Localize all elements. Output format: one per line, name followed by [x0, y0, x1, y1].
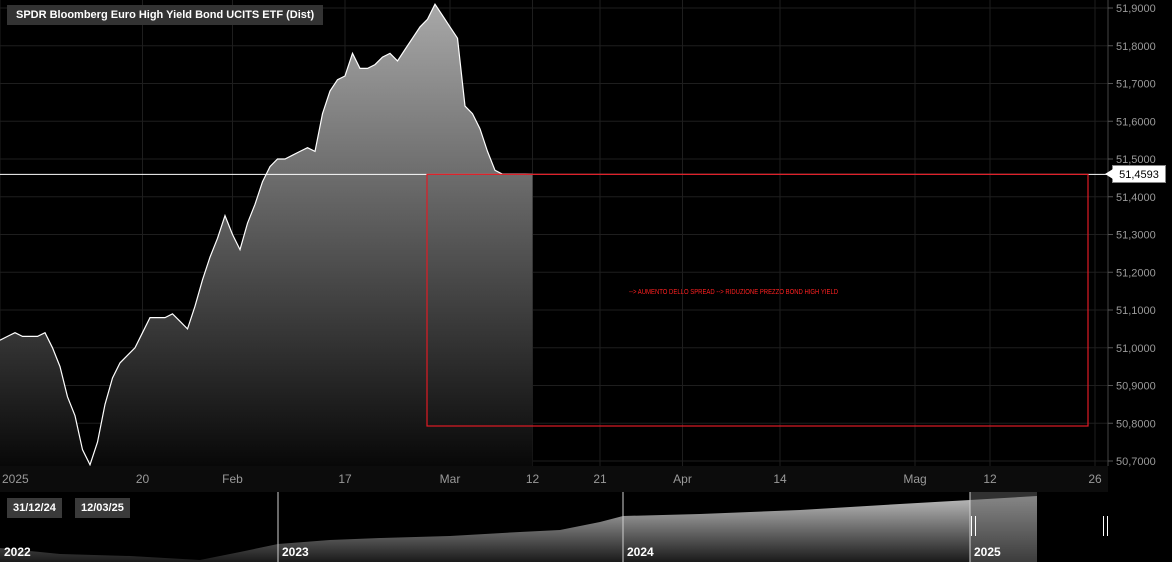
range-start-date[interactable]: 31/12/24 — [7, 498, 62, 518]
x-tick-label: 21 — [593, 472, 607, 486]
y-tick-label: 51,7000 — [1116, 79, 1156, 91]
navigator-chart[interactable]: 2022 2023 2024 2025 — [0, 492, 1172, 562]
y-tick-label: 50,8000 — [1116, 418, 1156, 430]
range-end-date[interactable]: 12/03/25 — [75, 498, 130, 518]
x-axis: 2025 20 Feb 17 Mar 12 21 Apr 14 Mag 12 26 — [0, 466, 1108, 492]
x-axis-band — [0, 466, 1108, 492]
y-tick-label: 51,9000 — [1116, 3, 1156, 15]
x-tick-label: 14 — [773, 472, 787, 486]
y-tick-label: 51,4000 — [1116, 192, 1156, 204]
y-axis: 51,900051,800051,700051,600051,500051,40… — [1108, 3, 1156, 468]
navigator-year-label: 2022 — [4, 545, 31, 559]
annotation-text: --> AUMENTO DELLO SPREAD --> RIDUZIONE P… — [629, 289, 839, 296]
navigator-left-handle[interactable] — [971, 516, 976, 536]
chart-title: SPDR Bloomberg Euro High Yield Bond UCIT… — [7, 5, 324, 25]
x-tick-label: 26 — [1088, 472, 1102, 486]
x-tick-label: 2025 — [2, 472, 29, 486]
y-tick-label: 51,6000 — [1116, 116, 1156, 128]
y-tick-label: 51,1000 — [1116, 305, 1156, 317]
y-tick-label: 51,3000 — [1116, 230, 1156, 242]
navigator-year-label: 2023 — [282, 545, 309, 559]
x-tick-label: 12 — [983, 472, 997, 486]
x-tick-label: Mag — [903, 472, 926, 486]
y-tick-label: 51,0000 — [1116, 343, 1156, 355]
main-price-chart[interactable]: 51,900051,800051,700051,600051,500051,40… — [0, 0, 1172, 492]
x-tick-label: 20 — [136, 472, 150, 486]
navigator-year-label: 2024 — [627, 545, 654, 559]
y-tick-label: 51,2000 — [1116, 267, 1156, 279]
x-tick-label: Mar — [440, 472, 461, 486]
x-tick-label: Apr — [673, 472, 692, 486]
navigator-year-label: 2025 — [974, 545, 1001, 559]
y-tick-label: 51,8000 — [1116, 41, 1156, 53]
y-tick-label: 50,9000 — [1116, 381, 1156, 393]
price-area-fill — [0, 4, 533, 466]
x-tick-label: Feb — [222, 472, 243, 486]
x-tick-label: 17 — [338, 472, 352, 486]
current-price-label: 51,4593 — [1105, 165, 1166, 183]
y-tick-label: 50,7000 — [1116, 456, 1156, 468]
navigator-right-handle[interactable] — [1103, 516, 1108, 536]
x-tick-label: 12 — [526, 472, 540, 486]
